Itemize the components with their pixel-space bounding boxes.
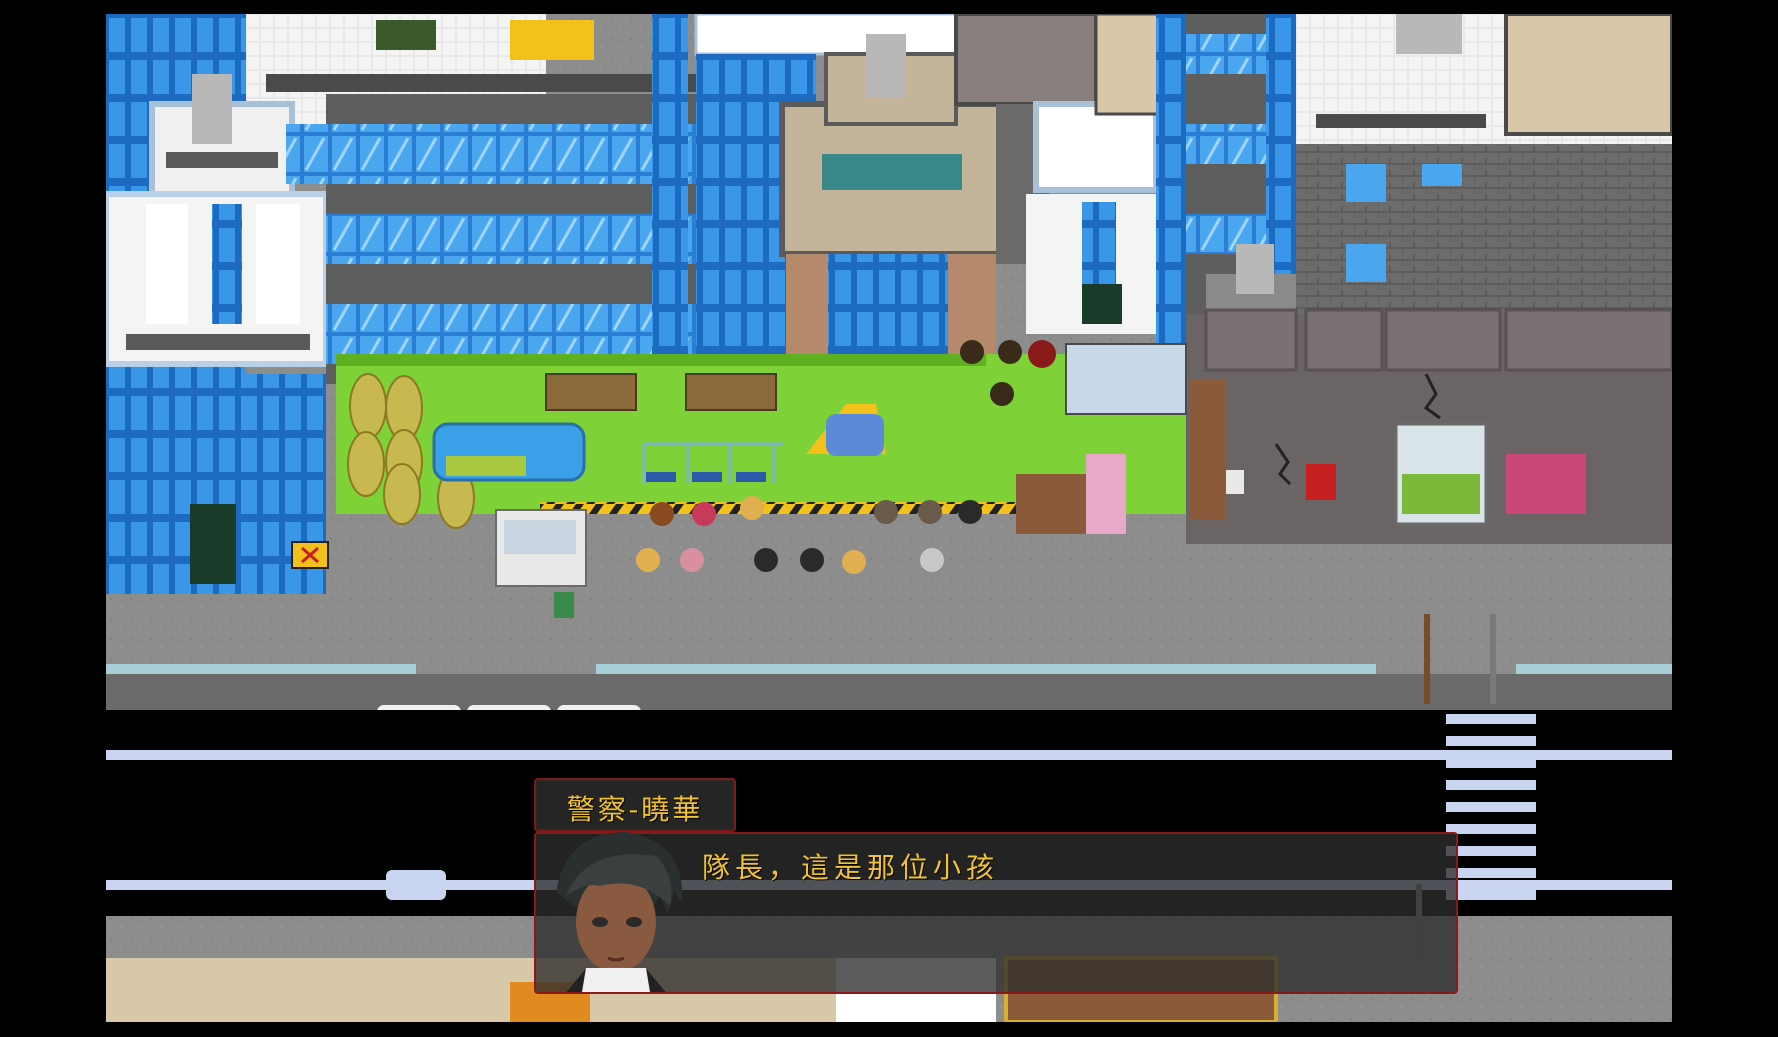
dark-haired-officer-portrait-icon bbox=[556, 832, 683, 992]
dialogue-box[interactable]: 隊長，這是那位小孩 bbox=[534, 832, 1458, 994]
dialogue-text: 隊長，這是那位小孩 bbox=[702, 851, 1000, 884]
game-viewport[interactable]: 警察-曉華 隊長，這是那位小孩 bbox=[106, 14, 1672, 1022]
